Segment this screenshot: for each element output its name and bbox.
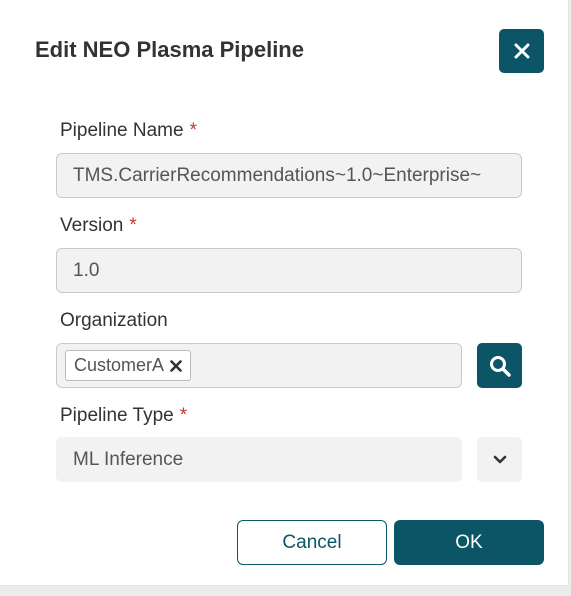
pipeline-type-label: Pipeline Type * [60,404,187,428]
ok-button[interactable]: OK [394,520,544,565]
required-marker: * [179,405,188,426]
required-marker: * [129,215,137,236]
cancel-button[interactable]: Cancel [237,520,387,565]
organization-label-text: Organization [60,310,168,331]
edit-pipeline-dialog: Edit NEO Plasma Pipeline Pipeline Name * … [0,0,569,586]
close-button[interactable] [499,29,544,73]
search-icon [489,355,511,377]
organization-chip-label: CustomerA [74,355,165,375]
pipeline-type-select[interactable]: ML Inference [56,437,462,482]
pipeline-name-field[interactable]: TMS.CarrierRecommendations~1.0~Enterpris… [56,153,522,198]
required-marker: * [189,120,197,141]
version-label-text: Version [60,215,124,236]
version-label: Version * [60,214,137,238]
organization-search-button[interactable] [477,343,522,388]
pipeline-name-label-text: Pipeline Name [60,120,184,141]
organization-label: Organization [60,309,168,333]
version-field[interactable]: 1.0 [56,248,522,293]
dialog-title: Edit NEO Plasma Pipeline [35,37,304,62]
organization-field[interactable]: CustomerA [56,343,462,388]
close-icon [514,43,529,59]
chevron-down-icon [493,455,506,463]
pipeline-type-label-text: Pipeline Type [60,405,174,426]
pipeline-name-label: Pipeline Name * [60,119,197,143]
organization-chip: CustomerA [65,350,192,381]
pipeline-type-dropdown-button[interactable] [477,437,522,482]
remove-x-icon[interactable] [170,359,182,372]
